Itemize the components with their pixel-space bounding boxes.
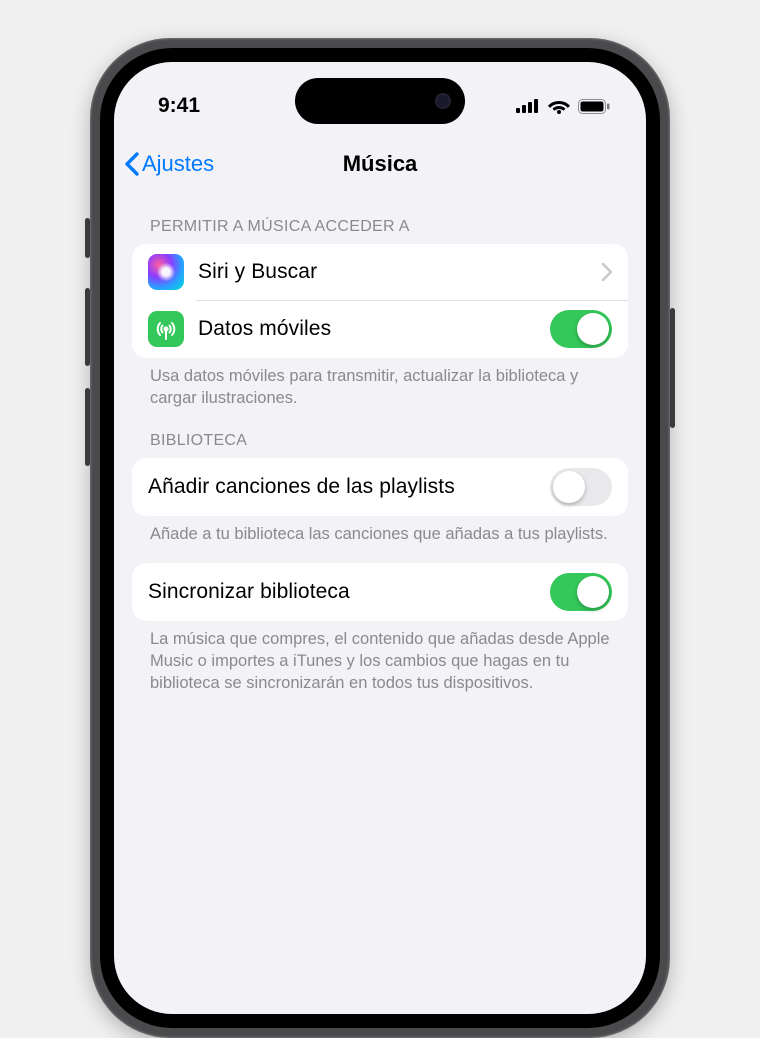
row-sync-library: Sincronizar biblioteca <box>132 563 628 621</box>
row-add-playlist-songs: Añadir canciones de las playlists <box>132 458 628 516</box>
row-siri-search[interactable]: Siri y Buscar <box>132 244 628 300</box>
iphone-frame: 9:41 Ajustes Música PERMITIR A MÚSICA <box>90 38 670 1038</box>
siri-icon <box>148 254 184 290</box>
section-header-library: BIBLIOTECA <box>132 414 628 458</box>
section-header-access: PERMITIR A MÚSICA ACCEDER A <box>132 200 628 244</box>
status-time: 9:41 <box>158 94 200 118</box>
row-cellular-data: Datos móviles <box>132 300 628 358</box>
phone-screen: 9:41 Ajustes Música PERMITIR A MÚSICA <box>114 62 646 1014</box>
section-footer-sync: La música que compres, el contenido que … <box>132 621 628 698</box>
toggle-sync-library[interactable] <box>550 573 612 611</box>
wifi-icon <box>548 98 570 114</box>
volume-down-button <box>85 388 90 466</box>
power-button <box>670 308 675 428</box>
library-group-2: Sincronizar biblioteca <box>132 563 628 621</box>
front-camera-icon <box>435 93 451 109</box>
chevron-right-icon <box>602 263 612 281</box>
navigation-bar: Ajustes Música <box>114 136 646 192</box>
spacer <box>132 549 628 563</box>
settings-scroll[interactable]: PERMITIR A MÚSICA ACCEDER A Siri y Busca… <box>114 192 646 699</box>
back-button[interactable]: Ajustes <box>124 136 214 192</box>
battery-icon <box>578 99 610 114</box>
back-label: Ajustes <box>142 151 214 177</box>
cellular-signal-icon <box>516 99 540 113</box>
mute-switch <box>85 218 90 258</box>
toggle-cellular-data[interactable] <box>550 310 612 348</box>
section-footer-add: Añade a tu biblioteca las canciones que … <box>132 516 628 550</box>
status-indicators <box>516 98 610 114</box>
section-footer-access: Usa datos móviles para transmitir, actua… <box>132 358 628 414</box>
content-area: Ajustes Música PERMITIR A MÚSICA ACCEDER… <box>114 136 646 1014</box>
dynamic-island <box>295 78 465 124</box>
row-label: Datos móviles <box>198 317 536 341</box>
row-label: Siri y Buscar <box>198 260 588 284</box>
antenna-icon <box>148 311 184 347</box>
library-group-1: Añadir canciones de las playlists <box>132 458 628 516</box>
volume-up-button <box>85 288 90 366</box>
chevron-left-icon <box>124 152 140 176</box>
phone-bezel: 9:41 Ajustes Música PERMITIR A MÚSICA <box>100 48 660 1028</box>
row-label: Sincronizar biblioteca <box>148 580 536 604</box>
toggle-add-playlist-songs[interactable] <box>550 468 612 506</box>
page-title: Música <box>343 151 418 177</box>
row-label: Añadir canciones de las playlists <box>148 475 536 499</box>
access-group: Siri y Buscar Datos móviles <box>132 244 628 358</box>
